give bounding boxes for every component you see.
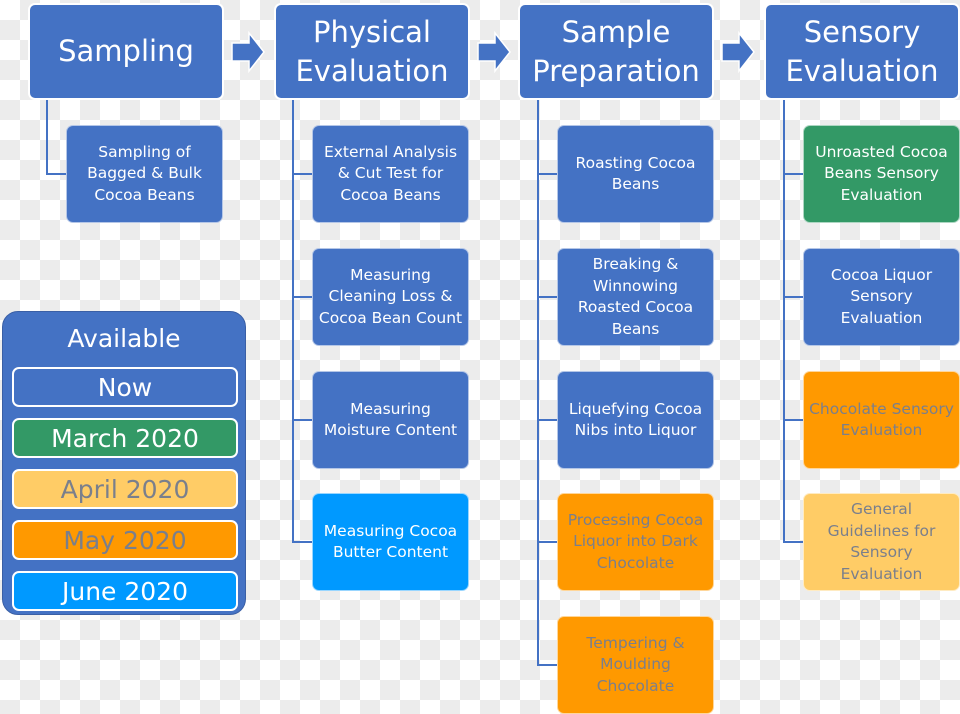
arrow-right-icon — [721, 30, 755, 74]
connector-line — [783, 173, 803, 175]
connector-line — [537, 100, 539, 664]
legend-item-march-2020: March 2020 — [12, 418, 238, 458]
step-measuring-moisture-content: Measuring Moisture Content — [312, 371, 469, 469]
legend-item-now: Now — [12, 367, 238, 407]
connector-line — [292, 100, 294, 541]
step-sampling-of-bagged-bulk-cocoa-beans: Sampling of Bagged & Bulk Cocoa Beans — [66, 125, 223, 223]
step-roasting-cocoa-beans: Roasting Cocoa Beans — [557, 125, 714, 223]
stage-header-physical-evaluation: Physical Evaluation — [274, 3, 470, 100]
step-unroasted-cocoa-beans-sensory-evaluation: Unroasted Cocoa Beans Sensory Evaluation — [803, 125, 960, 223]
availability-legend: Available Now March 2020 April 2020 May 202… — [2, 311, 246, 615]
step-processing-cocoa-liquor-into-dark-chocolate: Processing Cocoa Liquor into Dark Chocol… — [557, 493, 714, 591]
connector-line — [292, 296, 312, 298]
connector-line — [292, 541, 312, 543]
arrow-right-icon — [477, 30, 511, 74]
connector-line — [537, 419, 557, 421]
connector-line — [46, 173, 66, 175]
connector-line — [783, 419, 803, 421]
connector-line — [783, 100, 785, 541]
step-breaking-winnowing-roasted-cocoa-beans: Breaking & Winnowing Roasted Cocoa Beans — [557, 248, 714, 346]
stage-header-sampling: Sampling — [28, 3, 224, 100]
step-general-guidelines-for-sensory-evaluation: General Guidelines for Sensory Evaluatio… — [803, 493, 960, 591]
step-measuring-cocoa-butter-content: Measuring Cocoa Butter Content — [312, 493, 469, 591]
legend-item-may-2020: May 2020 — [12, 520, 238, 560]
connector-line — [537, 173, 557, 175]
step-external-analysis-cut-test-for-cocoa-beans: External Analysis & Cut Test for Cocoa B… — [312, 125, 469, 223]
arrow-right-icon — [231, 30, 265, 74]
legend-item-april-2020: April 2020 — [12, 469, 238, 509]
step-tempering-moulding-chocolate: Tempering & Moulding Chocolate — [557, 616, 714, 714]
connector-line — [46, 100, 48, 173]
connector-line — [537, 541, 557, 543]
step-chocolate-sensory-evaluation: Chocolate Sensory Evaluation — [803, 371, 960, 469]
step-measuring-cleaning-loss-cocoa-bean-count: Measuring Cleaning Loss & Cocoa Bean Cou… — [312, 248, 469, 346]
connector-line — [537, 296, 557, 298]
step-cocoa-liquor-sensory-evaluation: Cocoa Liquor Sensory Evaluation — [803, 248, 960, 346]
stage-header-sensory-evaluation: Sensory Evaluation — [764, 3, 960, 100]
connector-line — [292, 419, 312, 421]
legend-title: Available — [67, 324, 181, 353]
step-liquefying-cocoa-nibs-into-liquor: Liquefying Cocoa Nibs into Liquor — [557, 371, 714, 469]
connector-line — [783, 541, 803, 543]
stage-header-sample-preparation: Sample Preparation — [518, 3, 714, 100]
connector-line — [292, 173, 312, 175]
connector-line — [537, 664, 557, 666]
legend-item-june-2020: June 2020 — [12, 571, 238, 611]
connector-line — [783, 296, 803, 298]
